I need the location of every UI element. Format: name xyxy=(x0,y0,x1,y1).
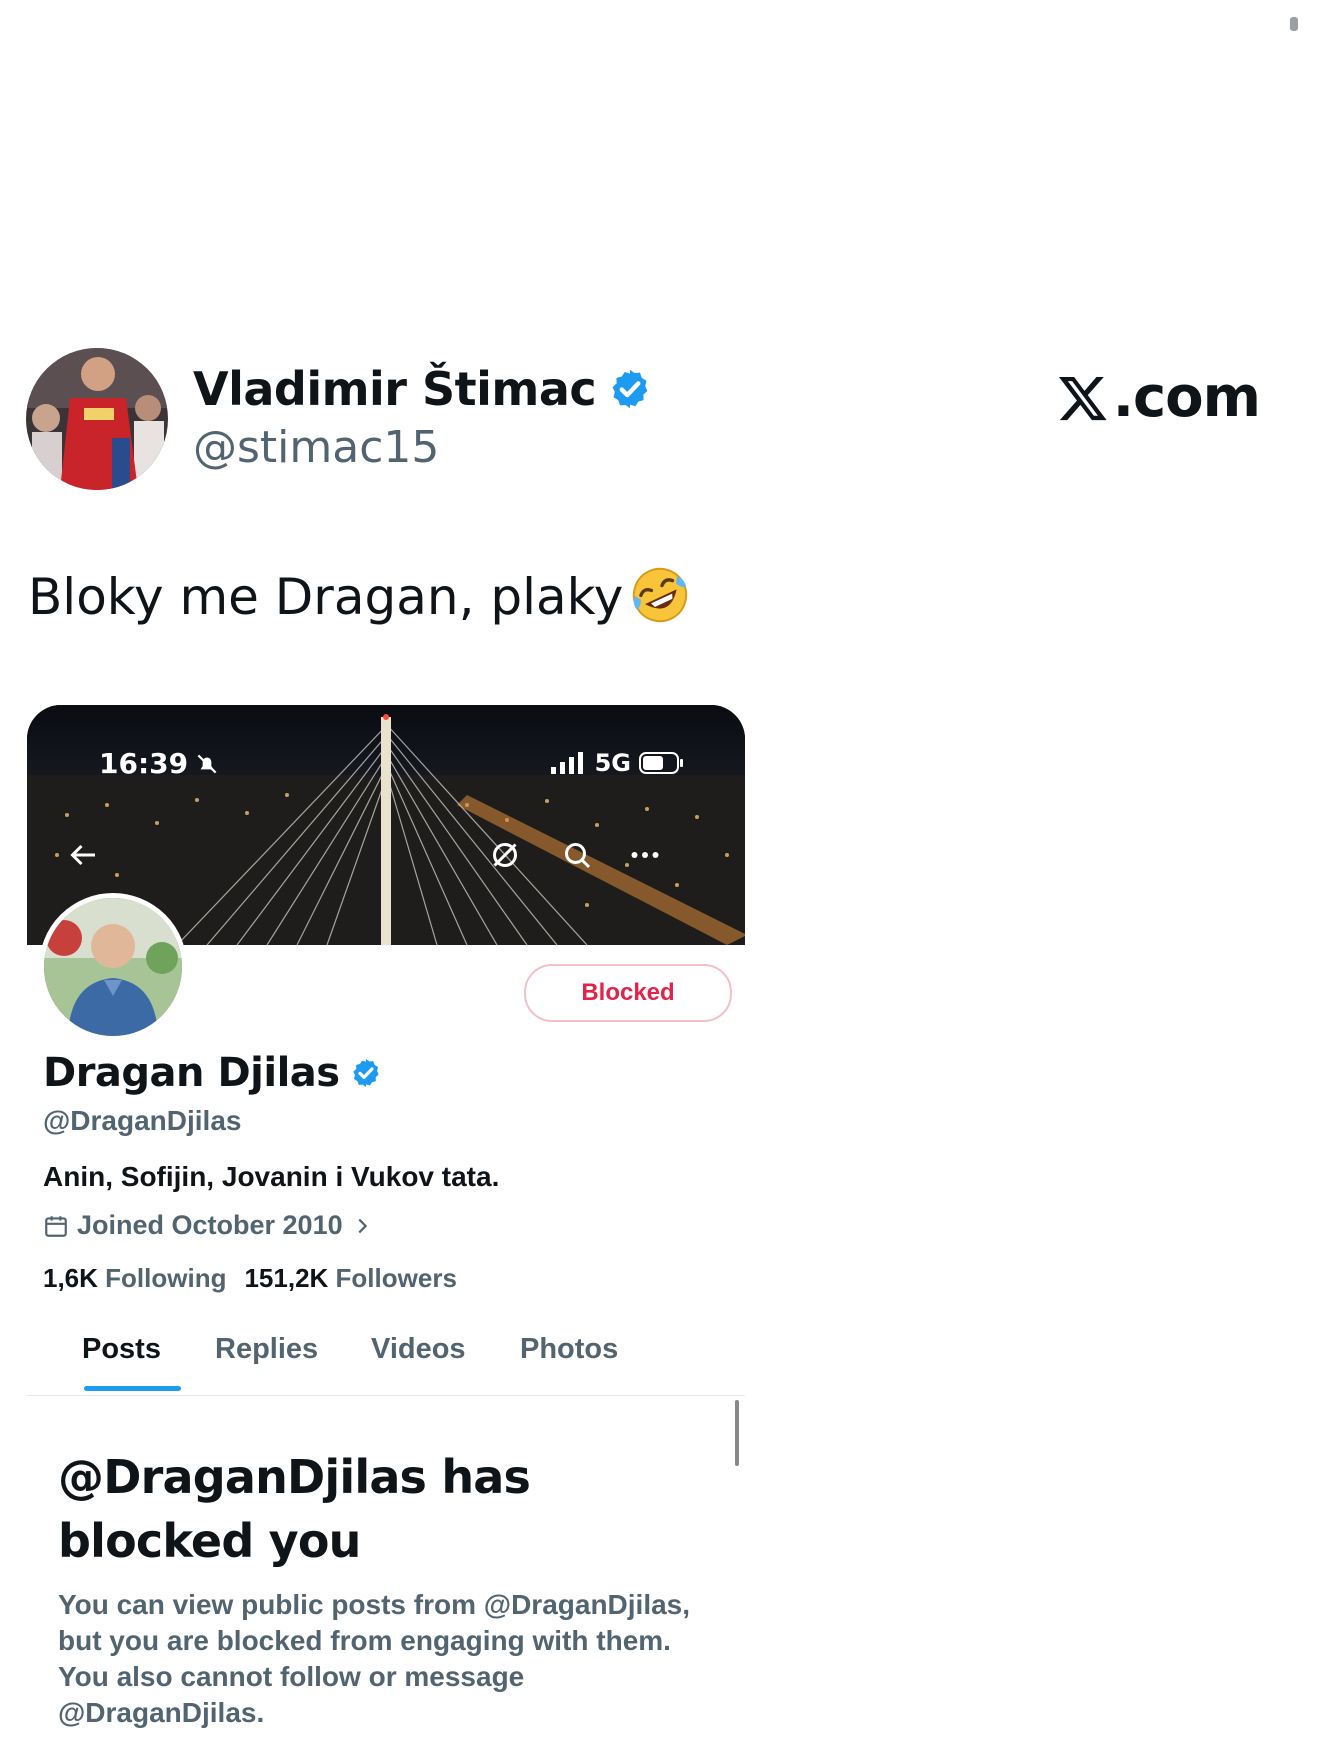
blocked-title: @DraganDjilas has blocked you xyxy=(58,1450,531,1568)
back-arrow-icon[interactable] xyxy=(65,837,101,873)
embedded-screenshot[interactable]: 16:39 5G Blocked Dragan Djilas @DraganDj… xyxy=(27,705,745,1758)
tab-replies[interactable]: Replies xyxy=(215,1333,318,1366)
x-brand: .com xyxy=(1057,365,1261,430)
blocked-description: You can view public posts from @DraganDj… xyxy=(58,1589,691,1728)
author-avatar[interactable] xyxy=(26,348,168,490)
x-logo-icon xyxy=(1058,376,1107,420)
signal-icon xyxy=(550,752,583,774)
sync-off-icon[interactable] xyxy=(487,837,523,873)
following-stat[interactable]: 1,6K Following xyxy=(43,1263,226,1294)
tab-videos[interactable]: Videos xyxy=(371,1333,466,1366)
profile-bio: Anin, Sofijin, Jovanin i Vukov tata. xyxy=(43,1161,500,1192)
status-time: 16:39 xyxy=(99,747,220,780)
author-handle[interactable]: @stimac15 xyxy=(193,422,439,473)
tab-photos[interactable]: Photos xyxy=(520,1333,618,1366)
profile-avatar[interactable] xyxy=(39,893,187,1041)
calendar-icon xyxy=(45,1215,67,1237)
chevron-right-icon xyxy=(358,1218,367,1233)
tab-posts[interactable]: Posts xyxy=(82,1333,161,1366)
joined-date[interactable]: Joined October 2010 xyxy=(43,1210,373,1241)
profile-handle: @DraganDjilas xyxy=(43,1105,242,1136)
verified-badge-icon xyxy=(352,1059,379,1087)
profile-tabs: Posts Replies Videos Photos xyxy=(27,1311,745,1396)
search-icon[interactable] xyxy=(559,837,595,873)
profile-name: Dragan Djilas xyxy=(43,1050,340,1096)
joined-text: Joined October 2010 xyxy=(77,1210,343,1240)
rolling-laughing-emoji-icon xyxy=(633,567,688,623)
author-name[interactable]: Vladimir Štimac xyxy=(193,362,597,416)
battery-icon xyxy=(639,752,683,774)
scroll-indicator[interactable] xyxy=(1290,17,1298,31)
followers-stat[interactable]: 151,2K Followers xyxy=(244,1263,456,1294)
more-options-icon[interactable] xyxy=(627,837,663,873)
bell-off-icon xyxy=(197,754,217,773)
network-label: 5G xyxy=(594,749,631,777)
tweet-text: Bloky me Dragan, plaky xyxy=(28,568,624,626)
active-tab-indicator xyxy=(84,1386,181,1391)
status-indicators: 5G xyxy=(550,749,685,777)
scrollbar[interactable] xyxy=(735,1400,739,1466)
blocked-button[interactable]: Blocked xyxy=(524,964,732,1022)
verified-badge-icon xyxy=(612,369,648,409)
brand-domain: .com xyxy=(1112,365,1261,430)
